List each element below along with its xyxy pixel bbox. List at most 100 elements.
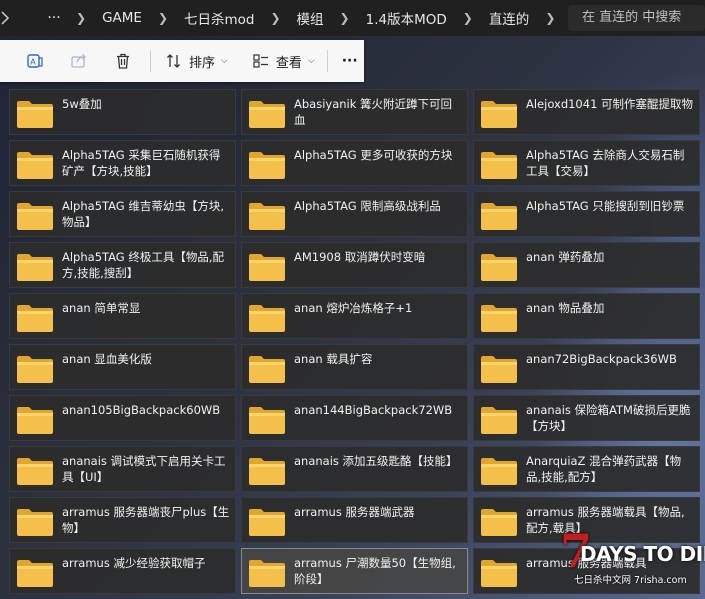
folder-name: Alpha5TAG 维吉蒂幼虫【方块,物品】	[62, 199, 225, 229]
view-icon	[250, 50, 272, 72]
command-bar: A 排序 ⌵ 查看 ⌵ ···	[0, 40, 364, 82]
folder-item[interactable]: anan72BigBackpack36WB	[473, 344, 700, 390]
folder-item[interactable]: Alpha5TAG 只能搜刮到旧钞票	[473, 191, 700, 237]
folder-item[interactable]: ananais 添加五级匙酪【技能】	[241, 446, 468, 492]
folder-name: Alpha5TAG 去除商人交易石制工具【交易】	[526, 148, 685, 178]
breadcrumb-item-current[interactable]: 直连的	[483, 8, 536, 28]
folder-item[interactable]: arramus 服务器端武器	[241, 497, 468, 543]
sort-icon	[163, 50, 185, 72]
folder-name: Alpha5TAG 只能搜刮到旧钞票	[526, 199, 685, 213]
breadcrumb-item-7dtd-mod[interactable]: 七日杀mod	[178, 8, 260, 28]
folder-name: ananais 添加五级匙酪【技能】	[294, 454, 458, 468]
folder-item[interactable]: Alpha5TAG 维吉蒂幼虫【方块,物品】	[9, 191, 236, 237]
chevron-right-icon[interactable]: ❯	[535, 11, 565, 25]
folder-icon	[248, 252, 286, 282]
folder-item[interactable]: AM1908 取消蹲伏时变暗	[241, 242, 468, 288]
chevron-right-icon[interactable]: ❯	[330, 11, 360, 25]
view-button[interactable]: 查看 ⌵	[250, 50, 315, 72]
folder-icon	[480, 456, 518, 486]
folder-icon	[16, 99, 54, 129]
folder-icon	[16, 150, 54, 180]
folder-icon	[480, 303, 518, 333]
view-label: 查看	[275, 55, 302, 71]
folder-icon	[16, 507, 54, 537]
folder-item[interactable]: arramus 减少经验获取帽子	[9, 548, 236, 594]
site-watermark-logo: 7 DAYS TO DIE 七日杀中文网 7risha.com	[560, 528, 705, 592]
translate-icon[interactable]: A	[24, 50, 46, 72]
folder-item[interactable]: anan144BigBackpack72WB	[241, 395, 468, 441]
folder-icon	[248, 354, 286, 384]
folder-icon	[248, 201, 286, 231]
folder-name: anan105BigBackpack60WB	[62, 403, 221, 417]
folder-item[interactable]: anan 简单常显	[9, 293, 236, 339]
folder-icon	[16, 354, 54, 384]
folder-item[interactable]: Alpha5TAG 限制高级战利品	[241, 191, 468, 237]
folder-icon	[248, 150, 286, 180]
folder-icon	[16, 456, 54, 486]
chevron-right-icon[interactable]: ❯	[260, 11, 290, 25]
folder-item[interactable]: Alpha5TAG 采集巨石随机获得矿产【方块,技能】	[9, 140, 236, 186]
folder-name: anan 弹药叠加	[526, 250, 605, 264]
folder-item[interactable]: ananais 保险箱ATM破损后更脆【方块】	[473, 395, 700, 441]
folder-item[interactable]: anan 载具扩容	[241, 344, 468, 390]
share-icon[interactable]	[68, 50, 90, 72]
sort-button[interactable]: 排序 ⌵	[163, 50, 228, 72]
watermark-subtitle: 七日杀中文网 7risha.com	[574, 575, 687, 586]
folder-item[interactable]: arramus 服务器端丧尸plus【生物】	[9, 497, 236, 543]
breadcrumb-item-game[interactable]: GAME	[96, 10, 148, 26]
watermark-title: DAYS TO DIE	[580, 542, 705, 566]
folder-icon	[248, 507, 286, 537]
folder-item[interactable]: ananais 调试模式下启用关卡工具【UI】	[9, 446, 236, 492]
folder-icon	[480, 201, 518, 231]
folder-item[interactable]: arramus 尸潮数量50【生物组,阶段】	[241, 548, 468, 594]
folder-item[interactable]: Alejoxd1041 可制作塞醌提取物	[473, 89, 700, 135]
folder-name: Alpha5TAG 更多可收获的方块	[294, 148, 453, 162]
more-options-button[interactable]: ···	[342, 53, 358, 69]
chevron-right-icon[interactable]: ❯	[453, 11, 483, 25]
folder-item[interactable]: Alpha5TAG 更多可收获的方块	[241, 140, 468, 186]
folder-name: anan 载具扩容	[294, 352, 373, 366]
folder-name: arramus 服务器端丧尸plus【生物】	[62, 505, 230, 535]
address-bar: ··· ❯ GAME ❯ 七日杀mod ❯ 模组 ❯ 1.4版本MOD ❯ 直连…	[0, 0, 705, 36]
folder-item[interactable]: anan105BigBackpack60WB	[9, 395, 236, 441]
folder-name: anan 显血美化版	[62, 352, 152, 366]
folder-name: anan72BigBackpack36WB	[526, 352, 677, 366]
breadcrumb-item-version[interactable]: 1.4版本MOD	[360, 8, 453, 28]
folder-name: anan 简单常显	[62, 301, 141, 315]
folder-icon	[16, 405, 54, 435]
folder-item[interactable]: anan 弹药叠加	[473, 242, 700, 288]
folder-icon	[480, 354, 518, 384]
nav-up-icon[interactable]	[0, 8, 18, 28]
folder-name: ananais 调试模式下启用关卡工具【UI】	[62, 454, 226, 484]
folder-name: anan 物品叠加	[526, 301, 605, 315]
breadcrumb-overflow[interactable]: ···	[42, 10, 66, 26]
folder-item[interactable]: Alpha5TAG 去除商人交易石制工具【交易】	[473, 140, 700, 186]
folder-item[interactable]: anan 显血美化版	[9, 344, 236, 390]
search-input[interactable]: 在 直连的 中搜索	[568, 5, 705, 31]
folder-name: anan144BigBackpack72WB	[294, 403, 453, 417]
breadcrumb: ❯ GAME ❯ 七日杀mod ❯ 模组 ❯ 1.4版本MOD ❯ 直连的 ❯	[66, 0, 565, 36]
folder-icon	[248, 99, 286, 129]
folder-icon	[16, 252, 54, 282]
folder-item[interactable]: anan 物品叠加	[473, 293, 700, 339]
folder-item[interactable]: Alpha5TAG 终极工具【物品,配方,技能,搜刮】	[9, 242, 236, 288]
folder-grid: 5w叠加 Abasiyanik 篝火附近蹲下可回血 Alejoxd1041 可制作塞…	[9, 89, 700, 594]
folder-icon	[480, 150, 518, 180]
sort-label: 排序	[189, 55, 216, 71]
folder-icon	[480, 507, 518, 537]
folder-icon	[248, 405, 286, 435]
trash-icon[interactable]	[112, 50, 134, 72]
folder-icon	[16, 303, 54, 333]
chevron-right-icon[interactable]: ❯	[148, 11, 178, 25]
folder-name: Alpha5TAG 限制高级战利品	[294, 199, 441, 213]
folder-name: arramus 服务器端武器	[294, 505, 415, 519]
folder-item[interactable]: anan 熔炉冶炼格子+1	[241, 293, 468, 339]
folder-item[interactable]: AnarquiaZ 混合弹药武器【物品,技能,配方】	[473, 446, 700, 492]
folder-item[interactable]: Abasiyanik 篝火附近蹲下可回血	[241, 89, 468, 135]
breadcrumb-item-mods[interactable]: 模组	[291, 8, 330, 28]
folder-name: AM1908 取消蹲伏时变暗	[294, 250, 426, 264]
folder-icon	[16, 558, 54, 588]
folder-icon	[248, 303, 286, 333]
folder-item[interactable]: 5w叠加	[9, 89, 236, 135]
chevron-right-icon[interactable]: ❯	[66, 11, 96, 25]
